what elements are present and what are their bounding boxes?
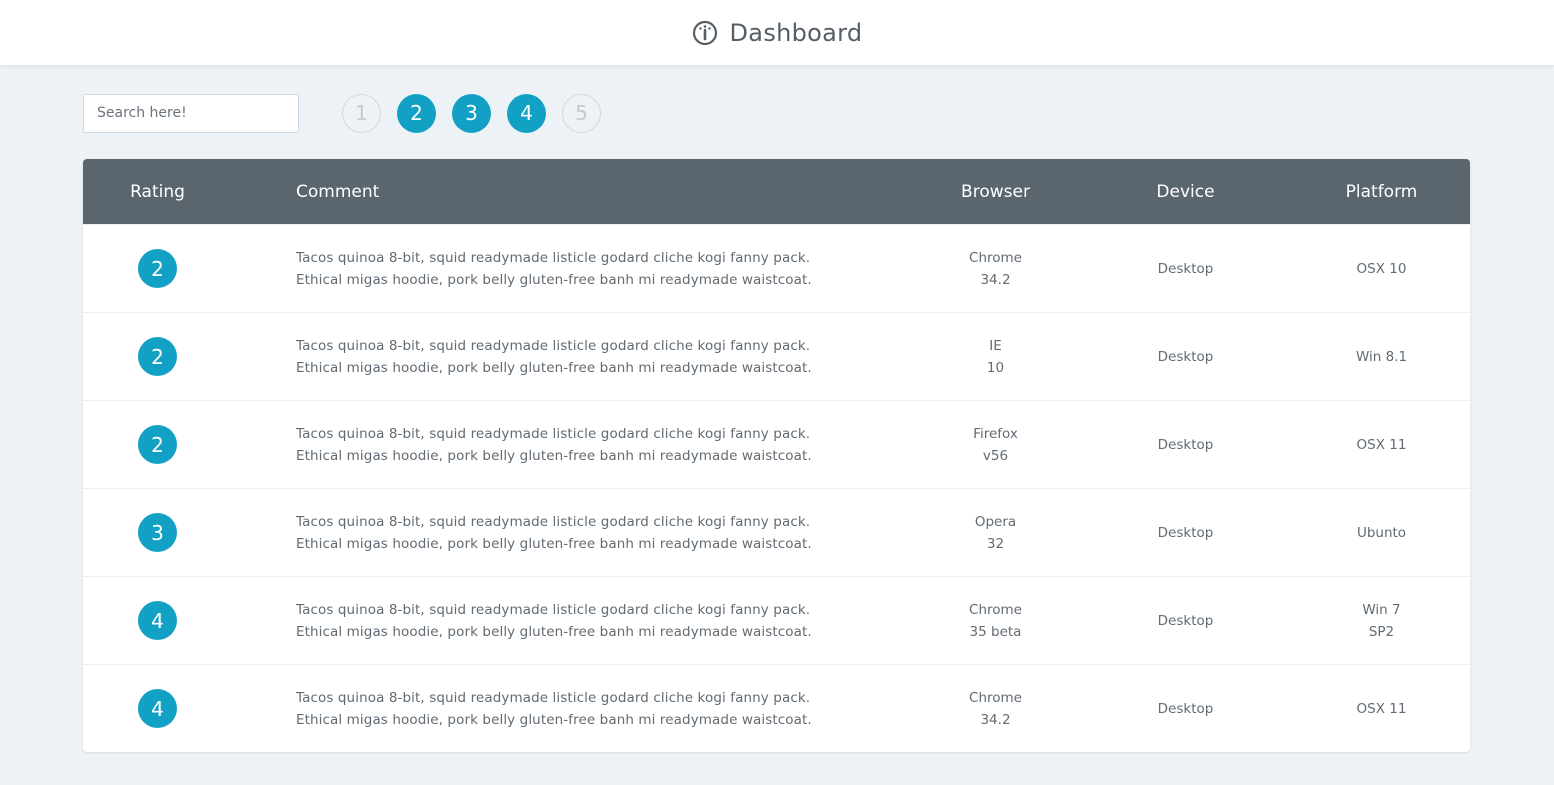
comment-cell: Tacos quinoa 8-bit, squid readymade list… [232, 335, 923, 379]
device-cell: Desktop [1157, 612, 1214, 629]
search-input[interactable] [83, 93, 299, 133]
platform-cell: OSX 11 [1303, 434, 1460, 456]
comment-cell: Tacos quinoa 8-bit, squid readymade list… [232, 599, 923, 643]
feedback-table: Rating Comment Browser Device Platform 2… [83, 159, 1470, 752]
browser-cell: Chrome 34.2 [923, 687, 1068, 731]
browser-cell: Opera 32 [923, 511, 1068, 555]
platform-line: SP2 [1368, 623, 1395, 640]
comment-cell: Tacos quinoa 8-bit, squid readymade list… [232, 687, 923, 731]
browser-version: v56 [982, 447, 1009, 464]
browser-name: Firefox [973, 425, 1018, 442]
browser-version: 35 beta [969, 623, 1022, 640]
browser-version: 32 [986, 535, 1005, 552]
platform-line: Win 7 [1362, 601, 1401, 618]
toolbar: 1 2 3 4 5 [83, 93, 601, 133]
page-button-2[interactable]: 2 [397, 93, 436, 133]
dashboard-gauge-icon [692, 20, 718, 46]
comment-line: Tacos quinoa 8-bit, squid readymade list… [296, 337, 811, 354]
comment-line: Tacos quinoa 8-bit, squid readymade list… [296, 601, 811, 618]
comment-cell: Tacos quinoa 8-bit, squid readymade list… [232, 423, 923, 467]
platform-cell: Ubunto [1303, 522, 1460, 544]
comment-line: Ethical migas hoodie, pork belly gluten-… [296, 359, 812, 376]
column-header-comment[interactable]: Comment [232, 182, 923, 202]
browser-cell: Firefox v56 [923, 423, 1068, 467]
rating-cell: 2 [83, 337, 232, 376]
comment-cell: Tacos quinoa 8-bit, squid readymade list… [232, 247, 923, 291]
table-row[interactable]: 2 Tacos quinoa 8-bit, squid readymade li… [83, 224, 1470, 312]
page-title: Dashboard [729, 18, 863, 47]
rating-cell: 2 [83, 425, 232, 464]
platform-line: Ubunto [1356, 524, 1407, 541]
rating-cell: 2 [83, 249, 232, 288]
page-button-3[interactable]: 3 [452, 93, 491, 133]
rating-cell: 4 [83, 601, 232, 640]
device-cell: Desktop [1157, 260, 1214, 277]
page-button-4[interactable]: 4 [507, 93, 546, 133]
column-header-browser[interactable]: Browser [923, 182, 1068, 202]
rating-badge: 2 [138, 425, 177, 464]
pagination: 1 2 3 4 5 [342, 93, 601, 133]
rating-badge: 2 [138, 337, 177, 376]
comment-line: Ethical migas hoodie, pork belly gluten-… [296, 711, 812, 728]
page-button-5[interactable]: 5 [562, 93, 601, 133]
comment-line: Ethical migas hoodie, pork belly gluten-… [296, 623, 812, 640]
platform-line: OSX 11 [1356, 700, 1407, 717]
table-row[interactable]: 4 Tacos quinoa 8-bit, squid readymade li… [83, 664, 1470, 752]
device-cell: Desktop [1157, 436, 1214, 453]
comment-line: Tacos quinoa 8-bit, squid readymade list… [296, 513, 811, 530]
device-cell: Desktop [1157, 524, 1214, 541]
table-row[interactable]: 2 Tacos quinoa 8-bit, squid readymade li… [83, 400, 1470, 488]
platform-cell: Win 8.1 [1303, 346, 1460, 368]
comment-line: Tacos quinoa 8-bit, squid readymade list… [296, 425, 811, 442]
platform-cell: OSX 10 [1303, 258, 1460, 280]
browser-cell: Chrome 35 beta [923, 599, 1068, 643]
device-cell: Desktop [1157, 700, 1214, 717]
top-bar: Dashboard [0, 0, 1554, 66]
device-cell: Desktop [1157, 348, 1214, 365]
comment-line: Tacos quinoa 8-bit, squid readymade list… [296, 689, 811, 706]
browser-version: 10 [986, 359, 1005, 376]
table-row[interactable]: 3 Tacos quinoa 8-bit, squid readymade li… [83, 488, 1470, 576]
rating-cell: 4 [83, 689, 232, 728]
platform-cell: Win 7 SP2 [1303, 599, 1460, 643]
brand: Dashboard [692, 19, 863, 47]
comment-line: Ethical migas hoodie, pork belly gluten-… [296, 535, 812, 552]
page-button-1[interactable]: 1 [342, 93, 381, 133]
browser-name: Chrome [969, 689, 1022, 706]
column-header-platform[interactable]: Platform [1303, 182, 1460, 202]
table-row[interactable]: 2 Tacos quinoa 8-bit, squid readymade li… [83, 312, 1470, 400]
table-header: Rating Comment Browser Device Platform [83, 159, 1470, 224]
rating-cell: 3 [83, 513, 232, 552]
browser-name: Chrome [969, 249, 1022, 266]
platform-cell: OSX 11 [1303, 698, 1460, 720]
rating-badge: 3 [138, 513, 177, 552]
comment-line: Tacos quinoa 8-bit, squid readymade list… [296, 249, 811, 266]
column-header-rating[interactable]: Rating [83, 182, 232, 202]
comment-cell: Tacos quinoa 8-bit, squid readymade list… [232, 511, 923, 555]
browser-name: Opera [974, 513, 1017, 530]
rating-badge: 4 [138, 689, 177, 728]
column-header-device[interactable]: Device [1068, 182, 1303, 202]
rating-badge: 2 [138, 249, 177, 288]
platform-line: Win 8.1 [1355, 348, 1408, 365]
comment-line: Ethical migas hoodie, pork belly gluten-… [296, 447, 812, 464]
browser-name: IE [989, 337, 1002, 354]
table-row[interactable]: 4 Tacos quinoa 8-bit, squid readymade li… [83, 576, 1470, 664]
comment-line: Ethical migas hoodie, pork belly gluten-… [296, 271, 812, 288]
browser-cell: Chrome 34.2 [923, 247, 1068, 291]
rating-badge: 4 [138, 601, 177, 640]
platform-line: OSX 11 [1356, 436, 1407, 453]
browser-name: Chrome [969, 601, 1022, 618]
platform-line: OSX 10 [1356, 260, 1407, 277]
browser-version: 34.2 [980, 271, 1011, 288]
browser-version: 34.2 [980, 711, 1011, 728]
browser-cell: IE 10 [923, 335, 1068, 379]
